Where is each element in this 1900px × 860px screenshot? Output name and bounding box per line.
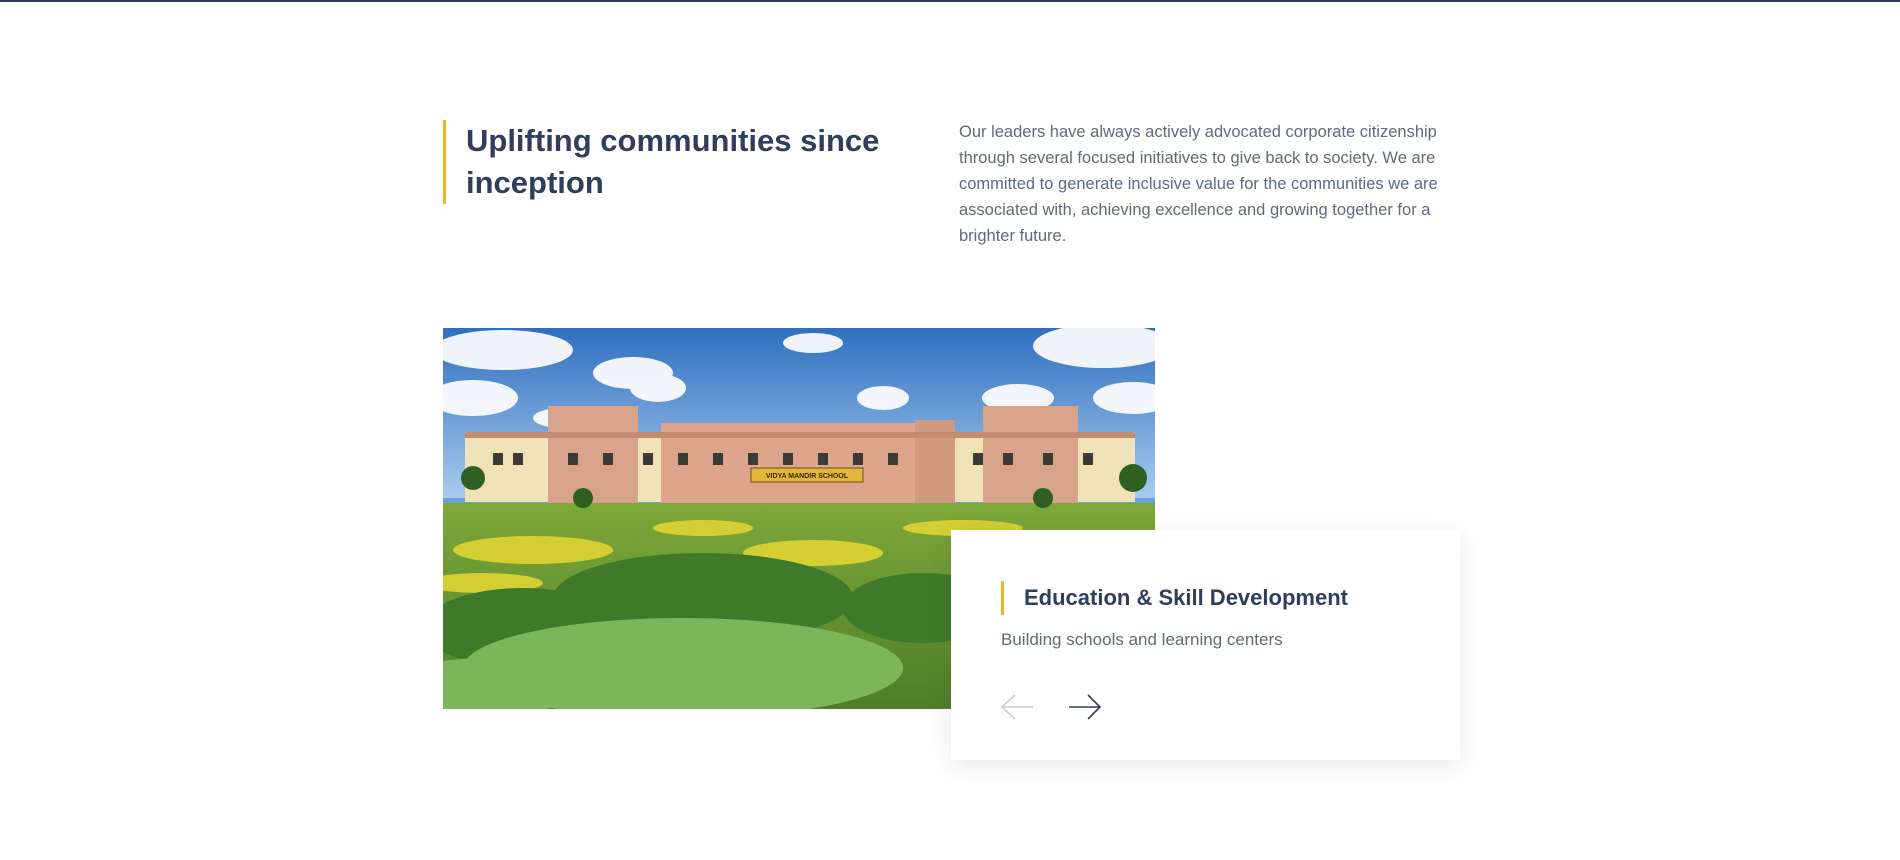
slide-title-wrap: Education & Skill Development — [1001, 581, 1348, 615]
school-sign-text: VIDYA MANDIR SCHOOL — [766, 473, 849, 480]
slide-subtitle: Building schools and learning centers — [1001, 630, 1283, 649]
next-slide-button[interactable] — [1067, 692, 1103, 722]
top-border — [0, 0, 1900, 2]
arrow-right-icon — [1069, 694, 1102, 720]
slide-title: Education & Skill Development — [1024, 585, 1348, 610]
section-heading-block: Uplifting communities since inception — [443, 120, 936, 204]
section-intro: Our leaders have always actively advocat… — [959, 123, 1438, 245]
slider-card: Education & Skill Development Building s… — [951, 530, 1460, 760]
prev-slide-button[interactable] — [1000, 692, 1036, 722]
arrow-left-icon — [1000, 694, 1033, 720]
section-heading: Uplifting communities since inception — [466, 123, 880, 200]
